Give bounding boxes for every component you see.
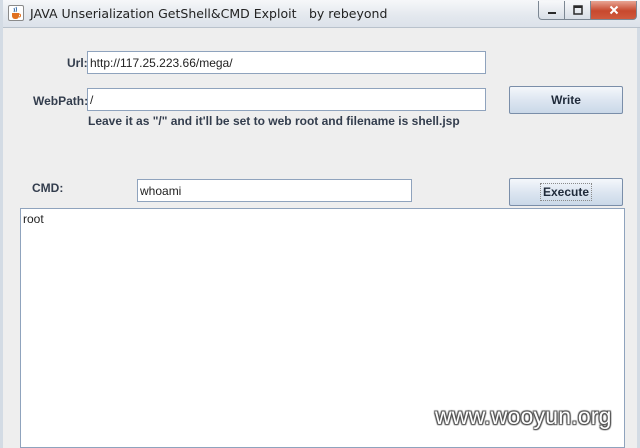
cmd-input[interactable]: whoami [137,179,412,202]
minimize-button[interactable] [538,1,565,20]
title-bar[interactable]: JAVA Unserialization GetShell&CMD Exploi… [3,0,640,28]
url-input[interactable]: http://117.25.223.66/mega/ [87,51,486,74]
window-title: JAVA Unserialization GetShell&CMD Exploi… [30,6,297,21]
write-button-label: Write [551,93,581,107]
write-button[interactable]: Write [509,86,623,114]
execute-button-label: Execute [539,183,593,201]
output-text: root [23,212,44,226]
minimize-icon [547,12,556,14]
app-window: JAVA Unserialization GetShell&CMD Exploi… [0,0,640,448]
url-label: Url: [67,56,88,70]
webpath-input[interactable]: / [87,88,486,111]
close-icon [609,5,618,15]
maximize-button[interactable] [565,1,591,20]
webpath-label: WebPath: [33,94,89,108]
window-author: by rebeyond [309,6,388,21]
webpath-hint: Leave it as "/" and it'll be set to web … [88,114,460,128]
close-button[interactable] [591,1,637,20]
maximize-icon [572,5,583,15]
cmd-label: CMD: [32,181,64,195]
java-cup-icon[interactable] [8,5,24,21]
execute-button[interactable]: Execute [509,178,623,206]
watermark: www.wooyun.org [435,403,612,429]
caption-buttons [538,1,637,20]
